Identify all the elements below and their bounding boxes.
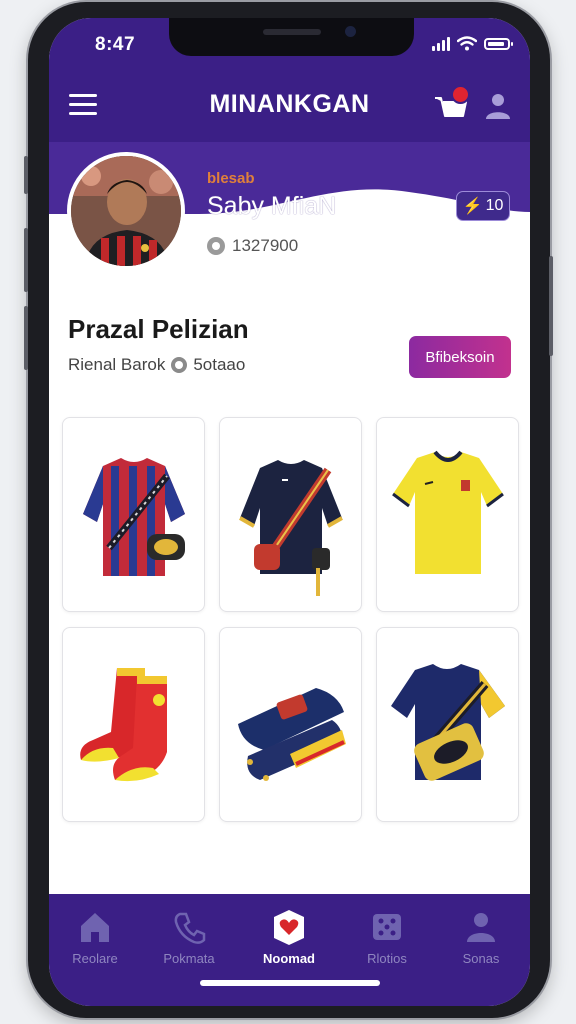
signal-icon bbox=[432, 36, 450, 51]
jersey-icon bbox=[83, 458, 185, 576]
product-card-boots[interactable] bbox=[62, 627, 205, 822]
jersey-icon bbox=[392, 450, 504, 574]
product-card-navy-jersey-bag[interactable] bbox=[376, 627, 519, 822]
app-screen: 8:47 MINANKGAN blesab Saby MfiaN 1327900… bbox=[49, 18, 530, 1006]
battery-icon bbox=[484, 37, 513, 50]
user-icon[interactable] bbox=[485, 92, 511, 120]
level-badge[interactable]: ⚡ 10 bbox=[456, 191, 510, 221]
dice-icon bbox=[373, 914, 401, 940]
home-icon bbox=[81, 913, 109, 942]
coin-icon bbox=[207, 237, 225, 255]
meta-left: Rienal Barok bbox=[68, 355, 166, 374]
nav-item-calls[interactable]: Pokmata bbox=[149, 908, 229, 966]
volume-down-button bbox=[24, 306, 28, 370]
bottom-nav: Reolare Pokmata Noomad Rlotios Sonas bbox=[49, 894, 530, 1006]
avatar-image bbox=[71, 156, 181, 266]
nav-label: Noomad bbox=[263, 951, 315, 966]
status-time: 8:47 bbox=[95, 34, 136, 55]
user-icon bbox=[467, 913, 495, 942]
product-card-navy-jersey[interactable] bbox=[219, 417, 362, 612]
product-card-folded-kit[interactable] bbox=[219, 627, 362, 822]
section-title: Prazal Pelizian bbox=[68, 314, 249, 344]
phone-icon bbox=[174, 912, 206, 944]
nav-item-home[interactable]: Reolare bbox=[55, 908, 135, 966]
nav-label: Rlotios bbox=[367, 951, 407, 966]
level-value: 10 bbox=[485, 197, 504, 214]
boot-icon bbox=[80, 668, 167, 782]
cart-badge bbox=[451, 85, 470, 104]
spark-icon: ⚡ bbox=[462, 198, 483, 215]
wifi-icon bbox=[457, 36, 477, 51]
nav-label: Reolare bbox=[72, 951, 118, 966]
points-row: 1327900 bbox=[207, 236, 298, 256]
avatar[interactable] bbox=[67, 152, 185, 270]
power-button bbox=[549, 256, 553, 356]
mute-switch bbox=[24, 156, 28, 194]
volume-up-button bbox=[24, 228, 28, 292]
meta-right: 5otaao bbox=[193, 355, 246, 374]
action-button[interactable]: Bfibeksoin bbox=[409, 336, 511, 378]
info-icon bbox=[171, 357, 188, 373]
section-meta: Rienal Barok 5otaao bbox=[68, 355, 245, 375]
profile-tag: blesab bbox=[207, 170, 255, 187]
nav-item-games[interactable]: Rlotios bbox=[347, 908, 427, 966]
product-card-striped-jersey[interactable] bbox=[62, 417, 205, 612]
profile-name: Saby MfiaN bbox=[207, 192, 337, 220]
product-card-yellow-jersey[interactable] bbox=[376, 417, 519, 612]
notch bbox=[169, 18, 414, 56]
nav-label: Sonas bbox=[462, 951, 500, 966]
points-value: 1327900 bbox=[232, 236, 299, 255]
nav-label: Pokmata bbox=[163, 951, 215, 966]
nav-item-favorites[interactable]: Noomad bbox=[249, 908, 329, 966]
nav-item-profile[interactable]: Sonas bbox=[441, 908, 521, 966]
status-icons bbox=[432, 36, 513, 51]
jersey-icon bbox=[391, 664, 505, 781]
home-indicator bbox=[200, 980, 380, 986]
jersey-icon bbox=[239, 460, 343, 596]
heart-icon bbox=[274, 910, 304, 945]
folded-kit-icon bbox=[238, 688, 346, 781]
